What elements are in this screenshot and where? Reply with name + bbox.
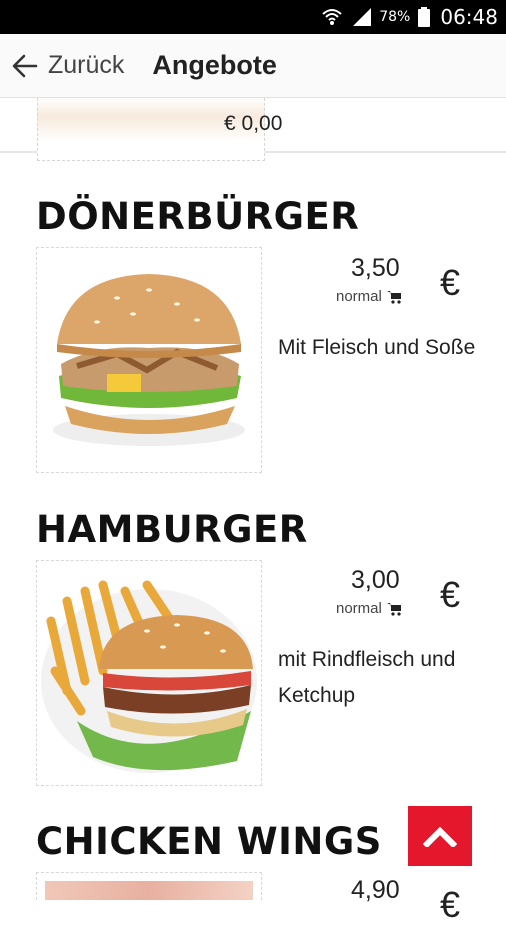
- price-label: € 0,00: [224, 112, 283, 135]
- page-title: Angebote: [152, 50, 277, 80]
- chevron-up-icon: [423, 826, 457, 847]
- product-title: DÖNERBÜRGER: [36, 195, 360, 238]
- currency-symbol: €: [440, 574, 461, 615]
- hamburger-fries-image: [41, 580, 257, 773]
- signal-icon: [351, 7, 373, 27]
- product-description: mit Rindfleisch und Ketchup: [278, 648, 456, 707]
- cart-icon: [386, 602, 401, 616]
- scroll-to-top-button[interactable]: [408, 806, 472, 866]
- currency-symbol: €: [440, 884, 461, 925]
- back-label: Zurück: [48, 51, 125, 79]
- clock: 06:48: [440, 5, 498, 29]
- burger-image: [53, 274, 245, 446]
- size-label[interactable]: normal: [336, 288, 402, 305]
- arrow-left-icon: [10, 51, 40, 81]
- app-bar: Zurück Angebote: [0, 34, 506, 98]
- size-label[interactable]: normal: [336, 600, 402, 617]
- price-value: 3,50: [351, 254, 400, 282]
- chicken-wings-image: [45, 881, 253, 900]
- wifi-icon: [321, 7, 343, 27]
- cart-icon: [386, 290, 401, 304]
- product-description: Mit Fleisch und Soße: [278, 336, 476, 359]
- price-value: 3,00: [351, 566, 400, 594]
- size-text: normal: [336, 600, 382, 617]
- battery-icon: [418, 7, 431, 27]
- currency-symbol: €: [440, 262, 461, 303]
- product-title: CHICKEN WINGS: [36, 820, 382, 863]
- status-bar: 78% 06:48: [0, 0, 506, 34]
- back-button[interactable]: Zurück: [0, 34, 124, 97]
- price-value: 4,90: [351, 876, 400, 904]
- product-image[interactable]: [36, 247, 262, 473]
- size-text: normal: [336, 288, 382, 305]
- product-image[interactable]: [36, 872, 262, 900]
- list-item[interactable]: € 0,00: [0, 98, 506, 161]
- battery-percent: 78%: [379, 9, 411, 25]
- product-title: HAMBURGER: [36, 508, 308, 551]
- product-image[interactable]: [36, 560, 262, 786]
